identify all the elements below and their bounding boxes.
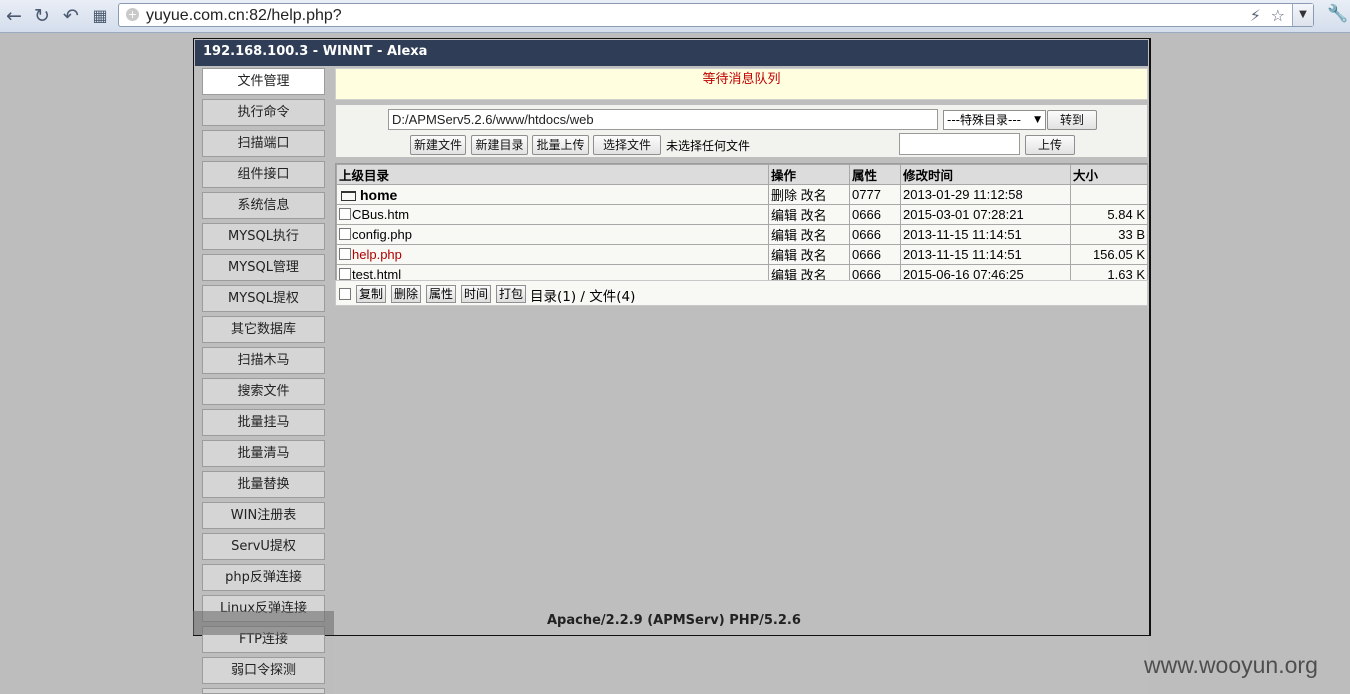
menu-item-batch-clean[interactable]: 批量清马 — [202, 440, 325, 467]
file-name-cell[interactable]: home — [336, 184, 769, 205]
apps-grid-icon[interactable]: ▦ — [89, 5, 111, 27]
file-checkbox[interactable] — [339, 248, 351, 260]
special-dir-select[interactable]: ---特殊目录--- ▼ — [943, 110, 1046, 130]
upload-name-input[interactable] — [899, 133, 1020, 155]
lightning-icon[interactable]: ⚡ — [1250, 6, 1261, 25]
menu-item-php-reverse[interactable]: php反弹连接 — [202, 564, 325, 591]
folder-link[interactable]: home — [360, 187, 397, 203]
file-attr: 0777 — [849, 184, 901, 205]
menu-item-sys-info[interactable]: 系统信息 — [202, 192, 325, 219]
new-file-button[interactable]: 新建文件 — [410, 135, 466, 155]
file-attr: 0666 — [849, 204, 901, 225]
action-bar: 复制 删除 属性 时间 打包 目录(1) / 文件(4) — [335, 280, 1148, 306]
no-file-label: 未选择任何文件 — [666, 139, 751, 153]
header-attr: 属性 — [849, 164, 901, 185]
upload-button[interactable]: 上传 — [1025, 135, 1075, 155]
folder-icon — [341, 190, 356, 201]
file-attr: 0666 — [849, 224, 901, 245]
header-ops: 操作 — [768, 164, 850, 185]
pack-button[interactable]: 打包 — [496, 285, 527, 303]
lower-area — [334, 636, 1149, 694]
file-mtime: 2015-03-01 07:28:21 — [900, 204, 1071, 225]
menu-item-win-registry[interactable]: WIN注册表 — [202, 502, 325, 529]
time-button[interactable]: 时间 — [461, 285, 492, 303]
select-all-checkbox[interactable] — [339, 288, 351, 300]
message-text: 等待消息队列 — [702, 72, 781, 87]
file-attr: 0666 — [849, 244, 901, 265]
url-text: yuyue.com.cn:82/help.php? — [146, 7, 342, 24]
dir-file-summary: 目录(1) / 文件(4) — [530, 289, 636, 305]
watermark: www.wooyun.org — [1144, 652, 1318, 678]
batch-upload-button[interactable]: 批量上传 — [532, 135, 589, 155]
menu-item-search-file[interactable]: 搜索文件 — [202, 378, 325, 405]
choose-file-button[interactable]: 选择文件 — [593, 135, 661, 155]
copy-button[interactable]: 复制 — [356, 285, 387, 303]
file-name-cell[interactable]: CBus.htm — [336, 204, 769, 225]
menu-item-file-manage[interactable]: 文件管理 — [202, 68, 325, 95]
overlay-shade — [193, 611, 334, 635]
menu-item-component-api[interactable]: 组件接口 — [202, 161, 325, 188]
new-dir-button[interactable]: 新建目录 — [471, 135, 528, 155]
delete-button[interactable]: 删除 — [391, 285, 422, 303]
undo-icon[interactable]: ↶ — [60, 5, 82, 27]
file-link[interactable]: help.php — [352, 247, 402, 262]
select-arrow-icon: ▼ — [1034, 115, 1041, 125]
menu-item-mysql-privesc[interactable]: MYSQL提权 — [202, 285, 325, 312]
header-mtime: 修改时间 — [900, 164, 1071, 185]
menu-item-weak-pass[interactable]: 弱口令探测 — [202, 657, 325, 684]
file-name-cell[interactable]: config.php — [336, 224, 769, 245]
menu-item-mysql-manage[interactable]: MYSQL管理 — [202, 254, 325, 281]
file-ops[interactable]: 编辑 改名 — [768, 244, 850, 265]
dropdown-arrow-icon[interactable]: ▼ — [1292, 4, 1313, 26]
shell-title: 192.168.100.3 - WINNT - Alexa — [195, 40, 1148, 66]
file-link[interactable]: config.php — [352, 227, 412, 242]
file-checkbox[interactable] — [339, 268, 351, 280]
file-size — [1070, 184, 1148, 205]
menu-item-servu-privesc[interactable]: ServU提权 — [202, 533, 325, 560]
file-link[interactable]: CBus.htm — [352, 207, 409, 222]
server-info: Apache/2.2.9 (APMServ) PHP/5.2.6 — [547, 613, 801, 628]
file-mtime: 2013-11-15 11:14:51 — [900, 244, 1071, 265]
file-mtime: 2013-01-29 11:12:58 — [900, 184, 1071, 205]
table-header-row: 上级目录 操作 属性 修改时间 大小 — [336, 164, 1148, 185]
menu-item-exec-cmd[interactable]: 执行命令 — [202, 99, 325, 126]
table-row: help.php 编辑 改名 0666 2013-11-15 11:14:51 156.… — [336, 244, 1148, 265]
back-icon[interactable]: ← — [3, 5, 25, 27]
file-ops[interactable]: 编辑 改名 — [768, 224, 850, 245]
goto-button[interactable]: 转到 — [1047, 110, 1097, 130]
file-ops[interactable]: 删除 改名 — [768, 184, 850, 205]
file-ops[interactable]: 编辑 改名 — [768, 204, 850, 225]
parent-dir-link[interactable]: 上级目录 — [336, 164, 769, 185]
address-bar[interactable]: + yuyue.com.cn:82/help.php? ⚡ ☆ ▼ — [118, 3, 1314, 27]
browser-toolbar: ← ↻ ↶ ▦ + yuyue.com.cn:82/help.php? ⚡ ☆ … — [0, 0, 1350, 33]
path-toolbar: ---特殊目录--- ▼ 转到 新建文件 新建目录 批量上传 选择文件 未选择任… — [335, 104, 1148, 158]
menu-item-other-db[interactable]: 其它数据库 — [202, 316, 325, 343]
menu-item-partial[interactable] — [202, 688, 325, 694]
table-row: CBus.htm 编辑 改名 0666 2015-03-01 07:28:21 5.84… — [336, 204, 1148, 225]
path-input[interactable] — [388, 109, 938, 130]
header-size: 大小 — [1070, 164, 1148, 185]
special-dir-value: ---特殊目录--- — [947, 113, 1021, 127]
table-row: config.php 编辑 改名 0666 2013-11-15 11:14:51 33… — [336, 224, 1148, 245]
file-size: 5.84 K — [1070, 204, 1148, 225]
reload-icon[interactable]: ↻ — [31, 5, 53, 27]
file-mtime: 2013-11-15 11:14:51 — [900, 224, 1071, 245]
menu-item-batch-hang[interactable]: 批量挂马 — [202, 409, 325, 436]
menu-item-mysql-exec[interactable]: MYSQL执行 — [202, 223, 325, 250]
file-checkbox[interactable] — [339, 228, 351, 240]
message-queue: 等待消息队列 — [335, 68, 1148, 100]
attr-button[interactable]: 属性 — [426, 285, 457, 303]
wrench-icon[interactable]: 🔧 — [1327, 4, 1348, 24]
page-icon: + — [126, 8, 139, 21]
menu-item-scan-trojan[interactable]: 扫描木马 — [202, 347, 325, 374]
file-checkbox[interactable] — [339, 208, 351, 220]
file-size: 156.05 K — [1070, 244, 1148, 265]
menu-item-batch-replace[interactable]: 批量替换 — [202, 471, 325, 498]
file-table: 上级目录 操作 属性 修改时间 大小 home 删除 改名 0777 2013-01-… — [335, 163, 1148, 286]
table-row: home 删除 改名 0777 2013-01-29 11:12:58 — [336, 184, 1148, 205]
menu-item-scan-port[interactable]: 扫描端口 — [202, 130, 325, 157]
star-icon[interactable]: ☆ — [1271, 6, 1285, 25]
file-size: 33 B — [1070, 224, 1148, 245]
file-name-cell[interactable]: help.php — [336, 244, 769, 265]
